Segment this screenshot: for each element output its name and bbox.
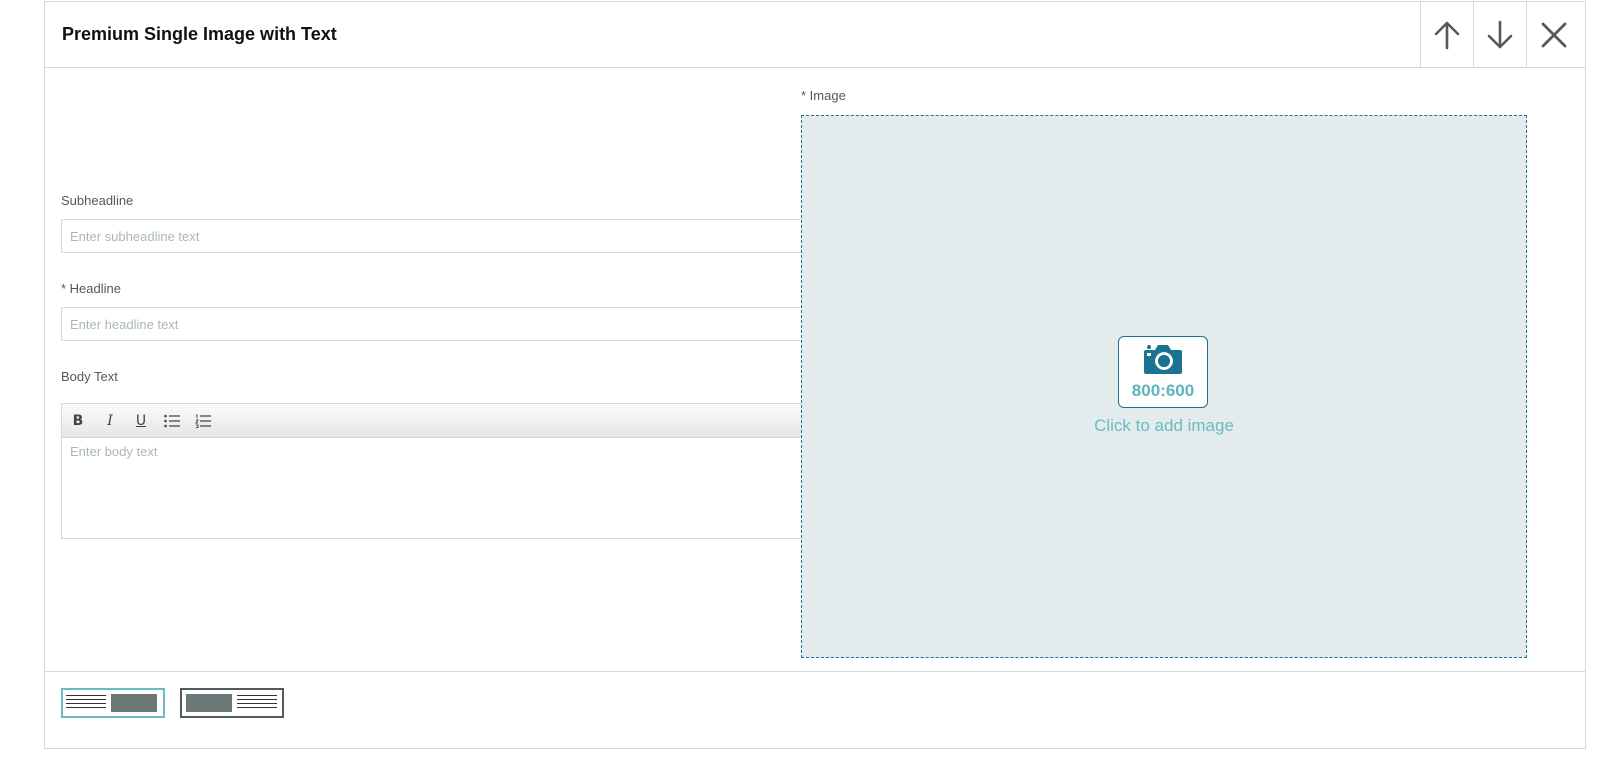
headline-input[interactable] (61, 307, 803, 341)
image-block-icon (111, 694, 157, 712)
arrow-up-icon (1434, 21, 1460, 49)
headline-label: * Headline (61, 281, 121, 296)
layout-text-left-option[interactable] (61, 688, 165, 718)
italic-button[interactable]: I (99, 412, 121, 430)
image-block-icon (186, 694, 232, 712)
bullet-list-icon (164, 414, 180, 428)
italic-icon: I (107, 413, 113, 429)
editor-toolbar: B I U (62, 404, 802, 438)
image-label: * Image (801, 88, 846, 103)
subheadline-label: Subheadline (61, 193, 134, 208)
module-header: Premium Single Image with Text (45, 2, 1585, 68)
remove-module-button[interactable] (1526, 2, 1580, 67)
add-image-text: Click to add image (1094, 416, 1234, 435)
close-icon (1541, 22, 1566, 47)
module-title: Premium Single Image with Text (62, 24, 337, 44)
layout-selector (45, 671, 1585, 748)
text-lines-icon (237, 695, 277, 709)
arrow-down-icon (1487, 20, 1513, 48)
move-down-button[interactable] (1473, 2, 1526, 67)
module-card: Premium Single Image with Text Subheadli… (44, 1, 1586, 749)
move-up-button[interactable] (1420, 2, 1473, 67)
bold-icon: B (72, 413, 84, 429)
underline-button[interactable]: U (130, 412, 152, 430)
image-placeholder-badge: 800:600 (1118, 336, 1208, 408)
text-lines-icon (66, 695, 106, 709)
body-text-editor: B I U (61, 403, 803, 539)
body-text-label: Body Text (61, 369, 118, 384)
numbered-list-icon (195, 414, 211, 428)
module-body: Subheadline * Headline Body Text B I U (45, 68, 1585, 688)
body-text-input[interactable] (62, 438, 802, 538)
numbered-list-button[interactable] (192, 412, 214, 430)
image-ratio-label: 800:600 (1131, 381, 1195, 400)
bold-button[interactable]: B (67, 412, 89, 430)
underline-icon: U (135, 413, 147, 429)
camera-icon (1144, 345, 1182, 374)
image-upload-area[interactable]: 800:600 Click to add image (801, 115, 1527, 658)
bullet-list-button[interactable] (161, 412, 183, 430)
layout-image-left-option[interactable] (180, 688, 284, 718)
subheadline-input[interactable] (61, 219, 803, 253)
